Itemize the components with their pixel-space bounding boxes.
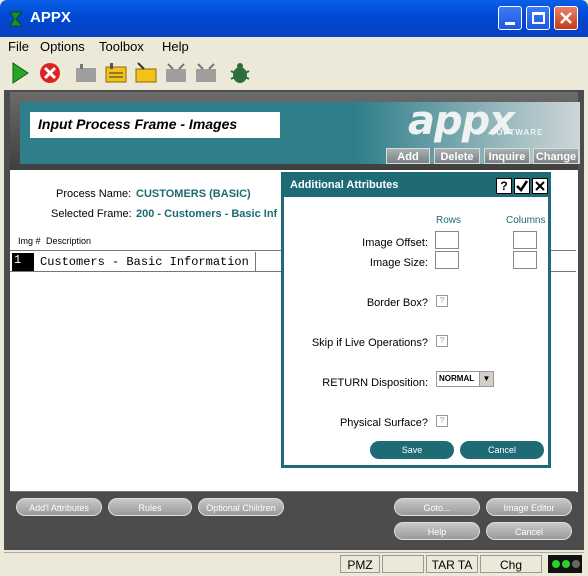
stop-icon[interactable] (38, 61, 62, 85)
return-disposition-select[interactable]: NORMAL ▼ (436, 371, 494, 387)
appx-logo: appx (408, 98, 515, 144)
image-editor-button[interactable]: Image Editor (486, 498, 572, 516)
help-button[interactable]: Help (394, 522, 480, 540)
skip-live-checkbox[interactable]: ? (436, 335, 448, 347)
cancel-button[interactable]: Cancel (486, 522, 572, 540)
appx-logo-icon (9, 11, 24, 27)
image-size-rows-input[interactable] (435, 251, 459, 269)
appx-logo-sub: SOFTWARE (490, 128, 544, 137)
status-pmz: PMZ (340, 555, 380, 573)
image-offset-rows-input[interactable] (435, 231, 459, 249)
return-disposition-label: RETURN Disposition: (322, 377, 428, 389)
change-button[interactable]: Change (533, 148, 579, 164)
add-button[interactable]: Add (386, 148, 430, 164)
rows-column-label: Rows (436, 215, 462, 226)
frame-footer: Add'l Attributes Rules Optional Children… (10, 492, 578, 548)
frame-title-box: Input Process Frame - Images (30, 112, 280, 138)
border-box-checkbox[interactable]: ? (436, 295, 448, 307)
status-chg: Chg (480, 555, 542, 573)
physical-surface-checkbox[interactable]: ? (436, 415, 448, 427)
menu-help[interactable]: Help (162, 39, 189, 54)
menu-file[interactable]: File (8, 39, 29, 54)
delete-button[interactable]: Delete (434, 148, 480, 164)
col-img-header: Img # (18, 236, 41, 246)
dialog-cancel-button[interactable]: Cancel (460, 441, 544, 459)
return-disposition-value: NORMAL (439, 374, 475, 383)
additional-attributes-dialog: Additional Attributes ? Rows Columns Ima… (281, 172, 551, 468)
menu-bar: File Options Toolbox Help (4, 37, 584, 57)
rules-button[interactable]: Rules (108, 498, 192, 516)
dialog-close-icon[interactable] (532, 178, 548, 194)
toolbar (4, 58, 584, 88)
selected-frame-label: Selected Frame: (51, 208, 132, 220)
play-icon[interactable] (8, 61, 32, 85)
window-titlebar: APPX (0, 0, 588, 37)
dialog-save-button[interactable]: Save (370, 441, 454, 459)
border-box-label: Border Box? (366, 297, 428, 309)
bug-icon[interactable] (228, 61, 252, 85)
dialog-title: Additional Attributes (290, 179, 399, 191)
selected-frame-value: 200 - Customers - Basic Inf (136, 208, 278, 220)
menu-options[interactable]: Options (40, 39, 85, 54)
inquire-button[interactable]: Inquire (484, 148, 530, 164)
status-tar: TAR TA (426, 555, 478, 573)
dialog-help-icon[interactable]: ? (496, 178, 512, 194)
image-size-columns-input[interactable] (513, 251, 537, 269)
dialog-titlebar: Additional Attributes ? (284, 175, 548, 197)
process-name-value: CUSTOMERS (BASIC) (136, 188, 251, 200)
frame-title: Input Process Frame - Images (38, 116, 238, 132)
minimize-button[interactable] (498, 6, 522, 30)
dialog-ok-icon[interactable] (514, 178, 530, 194)
window-title: APPX (30, 9, 71, 26)
folder2-icon[interactable] (164, 61, 188, 85)
row-img-cell[interactable]: 1 (12, 253, 34, 271)
chevron-down-icon[interactable]: ▼ (479, 372, 493, 386)
skip-live-label: Skip if Live Operations? (311, 337, 428, 349)
process-name-label: Process Name: (56, 188, 132, 200)
maximize-button[interactable] (526, 6, 550, 30)
close-icon (560, 12, 572, 24)
addl-attributes-button[interactable]: Add'l Attributes (16, 498, 102, 516)
notepad-icon[interactable] (104, 61, 128, 85)
folder-edit-icon[interactable] (134, 61, 158, 85)
image-offset-label: Image Offset: (362, 237, 428, 249)
status-indicator-icon (548, 555, 582, 573)
goto-button[interactable]: Goto... (394, 498, 480, 516)
columns-column-label: Columns (506, 215, 546, 226)
optional-children-button[interactable]: Optional Children (198, 498, 284, 516)
folder3-icon[interactable] (194, 61, 218, 85)
status-blank (382, 555, 424, 573)
menu-toolbox[interactable]: Toolbox (99, 39, 144, 54)
row-desc-cell[interactable]: Customers - Basic Information (38, 252, 256, 272)
physical-surface-label: Physical Surface? (339, 417, 428, 429)
close-button[interactable] (554, 6, 578, 30)
folder-icon[interactable] (74, 61, 98, 85)
status-bar: PMZ TAR TA Chg (4, 552, 584, 574)
frame-header: Input Process Frame - Images appx SOFTWA… (10, 92, 580, 170)
col-desc-header: Description (46, 236, 92, 246)
image-offset-columns-input[interactable] (513, 231, 537, 249)
image-size-label: Image Size: (369, 257, 428, 269)
